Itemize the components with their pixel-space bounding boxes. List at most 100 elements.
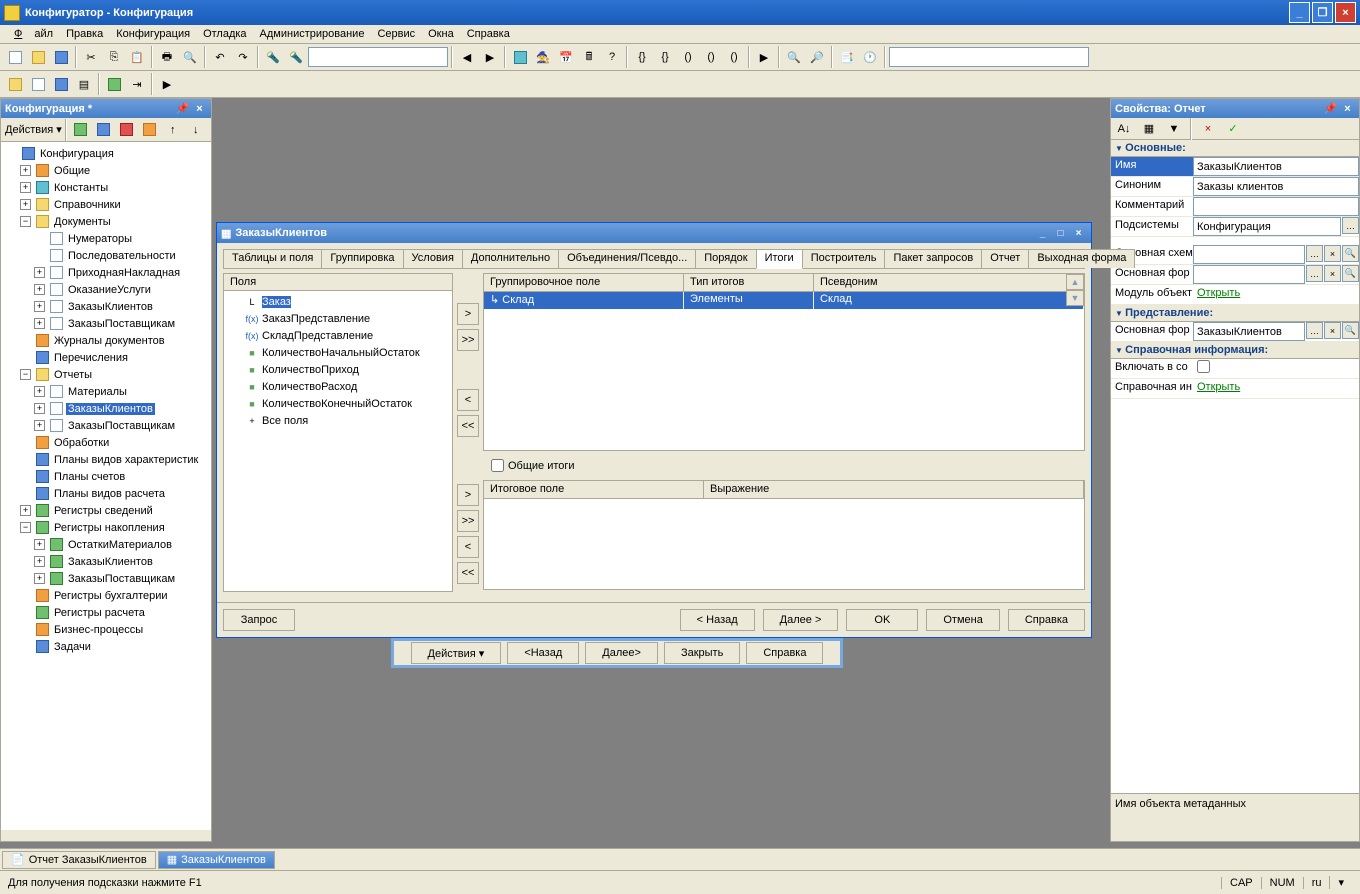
field-node[interactable]: +Все поля: [226, 412, 450, 429]
tb2-4-icon[interactable]: ▤: [73, 73, 95, 95]
behind-next-button[interactable]: Далее>: [585, 642, 658, 664]
prop-label-name[interactable]: Имя: [1111, 157, 1193, 176]
tree-node[interactable]: Бизнес-процессы: [2, 621, 210, 638]
new-icon[interactable]: [4, 46, 26, 68]
tree-node[interactable]: +ЗаказыПоставщикам: [2, 570, 210, 587]
brace2-icon[interactable]: {}: [654, 46, 676, 68]
brace3-icon[interactable]: (): [677, 46, 699, 68]
cut-icon[interactable]: ✂: [80, 46, 102, 68]
tree-node[interactable]: Последовательности: [2, 247, 210, 264]
help-icon[interactable]: ?: [601, 46, 623, 68]
config-tree[interactable]: Конфигурация+Общие+Константы+Справочники…: [1, 142, 211, 830]
mainform2-more-button[interactable]: …: [1306, 322, 1323, 339]
move-left2-button[interactable]: <: [457, 536, 479, 558]
dialog-close-icon[interactable]: ×: [1070, 226, 1087, 241]
tb2-7-icon[interactable]: ▶: [156, 73, 178, 95]
search-combo[interactable]: [308, 47, 448, 67]
tab[interactable]: Таблицы и поля: [223, 249, 322, 268]
run-icon[interactable]: ▶: [753, 46, 775, 68]
clock-icon[interactable]: 🕐: [859, 46, 881, 68]
category-icon[interactable]: ▦: [1138, 118, 1160, 140]
task-item-1[interactable]: 📄 Отчет ЗаказыКлиентов: [2, 851, 156, 869]
tree-node[interactable]: Журналы документов: [2, 332, 210, 349]
overall-totals-checkbox[interactable]: [491, 459, 504, 472]
print-icon[interactable]: 🖶: [156, 46, 178, 68]
module-open-link[interactable]: Открыть: [1197, 287, 1240, 299]
combo2[interactable]: [889, 47, 1089, 67]
maximize-button[interactable]: ❐: [1312, 2, 1333, 23]
prop-label-comment[interactable]: Комментарий: [1111, 197, 1193, 216]
field-node[interactable]: f(x)СкладПредставление: [226, 327, 450, 344]
tree-node[interactable]: +ЗаказыКлиентов: [2, 553, 210, 570]
find-icon[interactable]: 🔦: [262, 46, 284, 68]
tab[interactable]: Группировка: [321, 249, 403, 268]
find-prev-icon[interactable]: ◀: [456, 46, 478, 68]
behind-actions-button[interactable]: Действия ▾: [411, 642, 502, 664]
zoom1-icon[interactable]: 🔍: [783, 46, 805, 68]
redo-icon[interactable]: ↷: [232, 46, 254, 68]
task-item-2[interactable]: ▦ ЗаказыКлиентов: [158, 851, 275, 869]
sort-az-icon[interactable]: A↓: [1113, 118, 1135, 140]
find-next-icon[interactable]: ▶: [479, 46, 501, 68]
brace1-icon[interactable]: {}: [631, 46, 653, 68]
prop-label-module[interactable]: Модуль объект: [1111, 285, 1193, 304]
preview-icon[interactable]: 🔍: [179, 46, 201, 68]
mainform-clear-button[interactable]: ×: [1324, 265, 1341, 282]
tree-node[interactable]: Планы счетов: [2, 468, 210, 485]
findnext-icon[interactable]: 🔦: [285, 46, 307, 68]
field-node[interactable]: LЗаказ: [226, 293, 450, 310]
pt-dn-icon[interactable]: ↓: [185, 119, 207, 141]
panel-close-icon[interactable]: ×: [192, 101, 207, 116]
field-node[interactable]: ■КоличествоНачальныйОстаток: [226, 344, 450, 361]
status-lang[interactable]: ru: [1303, 877, 1330, 889]
prop-label-mainform2[interactable]: Основная фор: [1111, 322, 1193, 341]
open-icon[interactable]: [27, 46, 49, 68]
tab[interactable]: Условия: [403, 249, 463, 268]
tab[interactable]: Пакет запросов: [884, 249, 982, 268]
close-button[interactable]: ×: [1335, 2, 1356, 23]
tree-node[interactable]: +ОстаткиМатериалов: [2, 536, 210, 553]
tree-node[interactable]: Задачи: [2, 638, 210, 655]
cancel-icon[interactable]: ×: [1197, 118, 1219, 140]
mainform2-clear-button[interactable]: ×: [1324, 322, 1341, 339]
prop-label-synonym[interactable]: Синоним: [1111, 177, 1193, 196]
tree-node[interactable]: Планы видов расчета: [2, 485, 210, 502]
undo-icon[interactable]: ↶: [209, 46, 231, 68]
pt-add-icon[interactable]: [70, 119, 92, 141]
totals-grid[interactable]: Итоговое поле Выражение: [483, 480, 1085, 590]
tree-node[interactable]: +Константы: [2, 179, 210, 196]
prop-value-mainschema[interactable]: [1193, 245, 1305, 264]
mainform-search-button[interactable]: 🔍: [1342, 265, 1359, 282]
prop-group-main[interactable]: Основные:: [1111, 140, 1359, 157]
tree-node[interactable]: Нумераторы: [2, 230, 210, 247]
pin-icon[interactable]: 📌: [175, 101, 190, 116]
tab[interactable]: Объединения/Псевдо...: [558, 249, 696, 268]
tree-node[interactable]: +ПриходнаяНакладная: [2, 264, 210, 281]
brace5-icon[interactable]: (): [723, 46, 745, 68]
field-node[interactable]: f(x)ЗаказПредставление: [226, 310, 450, 327]
tree-node[interactable]: +ЗаказыКлиентов: [2, 400, 210, 417]
field-node[interactable]: ■КоличествоРасход: [226, 378, 450, 395]
move-all-right2-button[interactable]: >>: [457, 510, 479, 532]
pt-del-icon[interactable]: [116, 119, 138, 141]
tree-node[interactable]: −Отчеты: [2, 366, 210, 383]
grouping-grid[interactable]: Группировочное поле Тип итогов Псевдоним…: [483, 273, 1085, 451]
move-all-left-button[interactable]: <<: [457, 415, 479, 437]
syntax-icon[interactable]: [509, 46, 531, 68]
prop-value-comment[interactable]: [1193, 197, 1359, 216]
prop-value-subsys[interactable]: Конфигурация: [1193, 217, 1341, 236]
mainform2-search-button[interactable]: 🔍: [1342, 322, 1359, 339]
tree-node[interactable]: Обработки: [2, 434, 210, 451]
menu-debug[interactable]: Отладка: [197, 26, 252, 42]
menu-edit[interactable]: Правка: [60, 26, 109, 42]
menu-config[interactable]: Конфигурация: [110, 26, 196, 42]
tb2-5-icon[interactable]: [103, 73, 125, 95]
tree-node[interactable]: Конфигурация: [2, 145, 210, 162]
save-icon[interactable]: [50, 46, 72, 68]
subsys-more-button[interactable]: …: [1342, 217, 1359, 234]
tab[interactable]: Дополнительно: [462, 249, 559, 268]
tree-node[interactable]: Планы видов характеристик: [2, 451, 210, 468]
status-dropdown[interactable]: ▾: [1329, 876, 1352, 889]
prop-label-include[interactable]: Включать в со: [1111, 359, 1193, 378]
move-all-right-button[interactable]: >>: [457, 329, 479, 351]
